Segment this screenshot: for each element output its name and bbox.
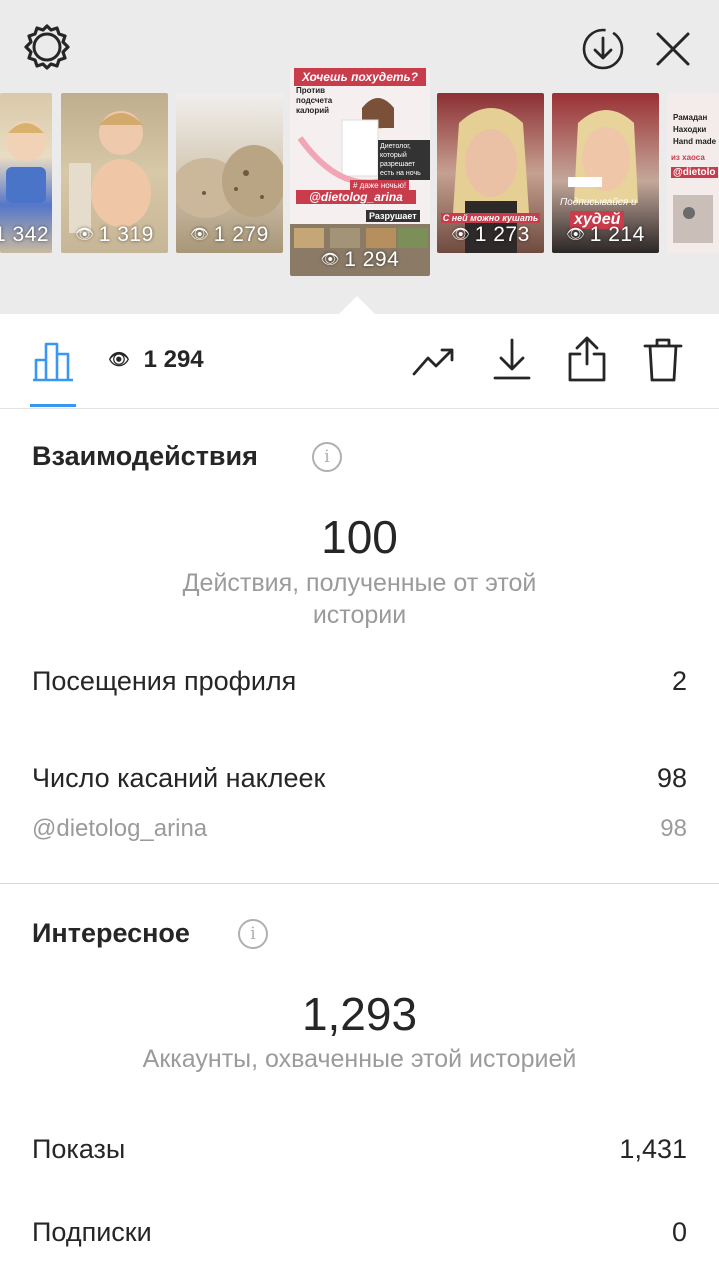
discovery-caption: Аккаунты, охваченные этой историей: [142, 1045, 577, 1073]
share-icon[interactable]: [566, 334, 608, 384]
story-views: 👁 1 273: [451, 223, 530, 246]
story-text: Диетолог, который разрешает есть на ночь: [378, 140, 430, 180]
sub-row-value-mention: 98: [660, 815, 687, 842]
story-views: 👁 1 214: [566, 223, 645, 246]
row-value-impressions: 1,431: [619, 1134, 687, 1164]
story-thumbnail[interactable]: 1 342: [0, 93, 52, 253]
sub-row-label-mention: @dietolog_arina: [32, 815, 208, 842]
trash-icon[interactable]: [642, 336, 684, 384]
story-text: @dietolog_arina: [296, 190, 416, 204]
trending-icon[interactable]: [412, 344, 458, 380]
section-title-discovery: Интересное: [32, 918, 190, 948]
story-text: Находки: [673, 125, 707, 134]
story-text: С ней можно кушать: [441, 213, 540, 223]
story-views: 1 342: [0, 223, 50, 246]
discovery-total: 1,293: [301, 988, 418, 1040]
story-text: @dietolo: [671, 167, 718, 178]
download-circle-icon[interactable]: [580, 26, 626, 72]
row-value-profile-visits: 2: [671, 666, 687, 696]
gear-icon[interactable]: [22, 22, 72, 72]
story-views: 👁 1 319: [75, 223, 154, 246]
row-label-sticker-taps: Число касаний наклеек: [32, 763, 326, 793]
bar-chart-icon[interactable]: [30, 336, 76, 382]
row-label-follows: Подписки: [32, 1217, 152, 1247]
row-label-profile-visits: Посещения профиля: [32, 666, 297, 696]
eye-icon: 👁: [108, 350, 130, 369]
story-thumbnail[interactable]: Рамадан Находки Hand made из хаоса @diet…: [667, 93, 719, 253]
selection-pointer: [339, 296, 375, 314]
download-icon[interactable]: [492, 336, 532, 382]
story-text: Подписывайся и: [560, 197, 637, 208]
story-thumbnail[interactable]: Подписывайся и худей 👁 1 214: [552, 93, 659, 253]
story-thumbnail[interactable]: 👁 1 319: [61, 93, 168, 253]
story-thumbnail[interactable]: С ней можно кушать 👁 1 273: [437, 93, 544, 253]
story-thumbnail[interactable]: 👁 1 279: [176, 93, 283, 253]
story-text: Hand made: [673, 137, 717, 146]
close-icon[interactable]: [654, 30, 692, 68]
story-toolbar: 👁 1 294: [0, 314, 719, 409]
story-text: Против подсчета калорий: [296, 86, 333, 115]
story-views: 👁 1 279: [190, 223, 269, 246]
interactions-total: 100: [321, 511, 398, 563]
row-value-sticker-taps: 98: [656, 763, 687, 793]
story-thumbnail-selected[interactable]: Хочешь похудеть? Против подсчета калорий…: [290, 68, 430, 276]
views-count: 👁 1 294: [108, 346, 204, 373]
story-strip: 1 342 👁1 319 👁1 279 Хочешь похудеть?: [0, 0, 719, 314]
interactions-caption: Действия, полученные от этой истории: [182, 569, 537, 629]
story-views: 👁 1 294: [320, 248, 400, 271]
story-text: Разрушает: [366, 210, 420, 222]
row-value-follows: 0: [671, 1217, 687, 1247]
section-title-interactions: Взаимодействия: [32, 441, 258, 471]
active-tab-indicator: [30, 404, 76, 407]
row-label-impressions: Показы: [32, 1134, 126, 1164]
story-text: Рамадан: [673, 113, 708, 122]
story-text: из хаоса: [671, 153, 705, 162]
info-icon[interactable]: i: [238, 919, 268, 949]
info-icon[interactable]: i: [312, 442, 342, 472]
section-divider: [0, 883, 719, 884]
